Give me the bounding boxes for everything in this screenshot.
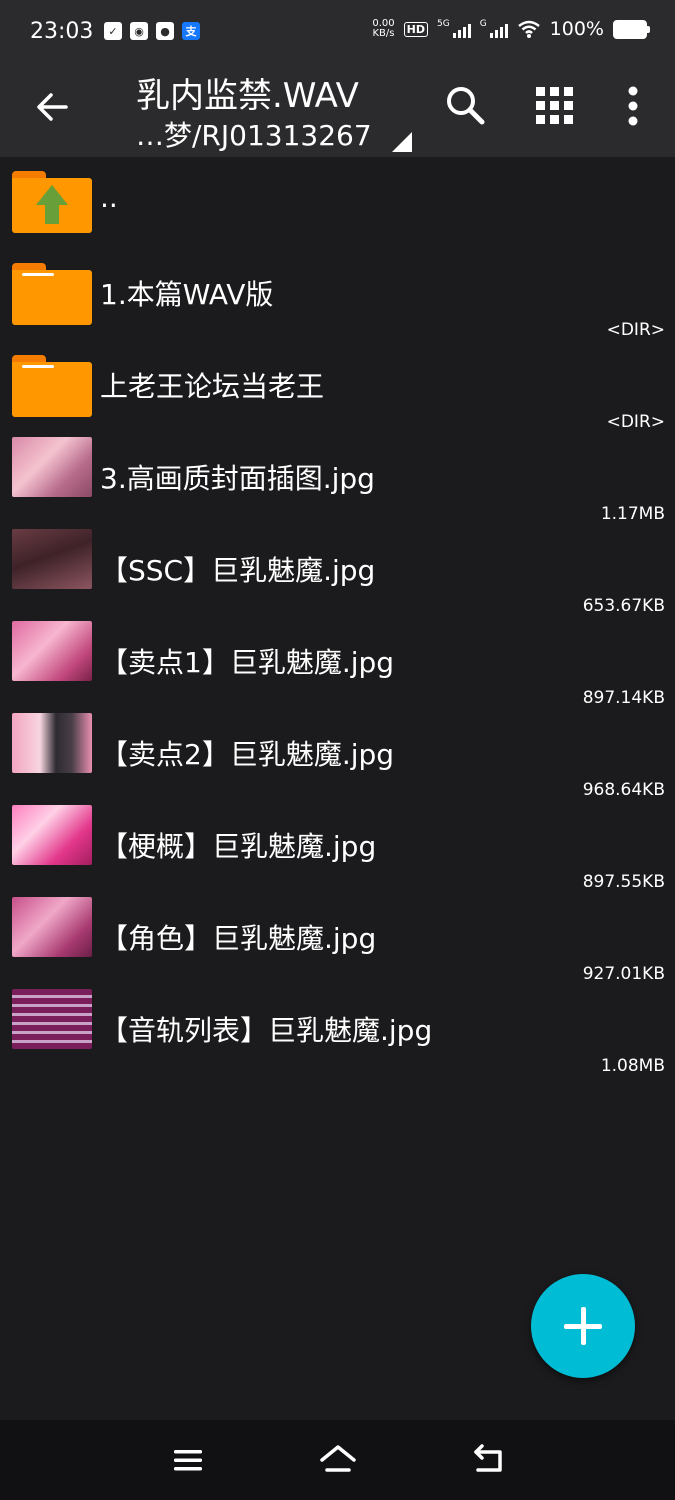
- list-item-folder[interactable]: 上老王论坛当老王 <DIR>: [0, 341, 675, 433]
- wifi-icon: [517, 20, 540, 38]
- folder-icon: [12, 355, 92, 417]
- image-thumbnail: [12, 897, 92, 957]
- list-item-image[interactable]: 【音轨列表】巨乳魅魔.jpg 1.08MB: [0, 985, 675, 1077]
- list-item-folder[interactable]: 1.本篇WAV版 <DIR>: [0, 249, 675, 341]
- status-right: 0.00 KB/s HD 5G G 100%: [372, 18, 650, 40]
- battery-percent: 100%: [549, 18, 604, 40]
- file-name: 【SSC】巨乳魅魔.jpg: [100, 554, 376, 587]
- file-size: 968.64KB: [582, 780, 665, 800]
- battery-icon: [613, 19, 650, 39]
- back-icon[interactable]: [468, 1442, 508, 1478]
- network-speed: 0.00 KB/s: [372, 18, 395, 39]
- app-toolbar: 乳内监禁.WAV …梦/RJ01313267: [0, 66, 675, 157]
- image-thumbnail: [12, 713, 92, 773]
- image-thumbnail: [12, 621, 92, 681]
- clipboard-check-icon: ✓: [104, 22, 122, 40]
- signal-g-icon: G: [480, 20, 508, 38]
- file-name: 【角色】巨乳魅魔.jpg: [100, 922, 377, 955]
- list-item-image[interactable]: 【角色】巨乳魅魔.jpg 927.01KB: [0, 893, 675, 985]
- grid-view-icon[interactable]: [529, 80, 581, 132]
- file-name: 【梗概】巨乳魅魔.jpg: [100, 830, 377, 863]
- folder-title: 乳内监禁.WAV: [136, 76, 359, 116]
- file-name: 【音轨列表】巨乳魅魔.jpg: [100, 1014, 433, 1047]
- file-name: 3.高画质封面插图.jpg: [100, 462, 375, 495]
- file-size: 653.67KB: [582, 596, 665, 616]
- file-size: 927.01KB: [582, 964, 665, 984]
- file-size: 897.14KB: [582, 688, 665, 708]
- image-thumbnail: [12, 989, 92, 1049]
- file-size: <DIR>: [606, 320, 665, 340]
- alipay-icon: 支: [182, 22, 200, 40]
- app-badge-icon: ◉: [130, 22, 148, 40]
- notification-icons: ✓ ◉ ● 支: [104, 22, 200, 40]
- folder-path[interactable]: …梦/RJ01313267: [136, 114, 372, 154]
- image-thumbnail: [12, 529, 92, 589]
- file-name: 【卖点2】巨乳魅魔.jpg: [100, 738, 395, 771]
- home-icon[interactable]: [318, 1442, 358, 1478]
- file-size: 1.08MB: [600, 1056, 665, 1076]
- list-item-image[interactable]: 【梗概】巨乳魅魔.jpg 897.55KB: [0, 801, 675, 893]
- recent-apps-icon[interactable]: [168, 1442, 208, 1478]
- add-button[interactable]: [531, 1274, 635, 1378]
- file-size: 897.55KB: [582, 872, 665, 892]
- hd-icon: HD: [403, 21, 428, 37]
- list-item-image[interactable]: 【卖点1】巨乳魅魔.jpg 897.14KB: [0, 617, 675, 709]
- status-time: 23:03: [30, 19, 94, 44]
- back-arrow-icon[interactable]: [30, 84, 76, 130]
- more-options-icon[interactable]: [607, 80, 659, 132]
- list-item-image[interactable]: 【SSC】巨乳魅魔.jpg 653.67KB: [0, 525, 675, 617]
- file-list: .. 1.本篇WAV版 <DIR> 上老王论坛当老王 <DIR> 3.高画质封面…: [0, 157, 675, 1077]
- image-thumbnail: [12, 805, 92, 865]
- file-size: 1.17MB: [600, 504, 665, 524]
- folder-icon: [12, 263, 92, 325]
- system-nav-bar: [0, 1420, 675, 1500]
- file-name: ..: [100, 181, 118, 214]
- list-item-image[interactable]: 3.高画质封面插图.jpg 1.17MB: [0, 433, 675, 525]
- list-item-parent[interactable]: ..: [0, 157, 675, 249]
- image-thumbnail: [12, 437, 92, 497]
- status-bar: 23:03 ✓ ◉ ● 支 0.00 KB/s HD 5G G 100%: [0, 0, 675, 66]
- signal-5g-icon: 5G: [437, 20, 471, 38]
- search-icon[interactable]: [440, 80, 492, 132]
- file-size: <DIR>: [606, 412, 665, 432]
- path-dropdown-icon[interactable]: [392, 132, 412, 152]
- file-name: 1.本篇WAV版: [100, 278, 274, 311]
- file-name: 【卖点1】巨乳魅魔.jpg: [100, 646, 395, 679]
- wechat-icon: ●: [156, 22, 174, 40]
- folder-up-icon: [12, 171, 92, 233]
- file-name: 上老王论坛当老王: [100, 370, 325, 403]
- list-item-image[interactable]: 【卖点2】巨乳魅魔.jpg 968.64KB: [0, 709, 675, 801]
